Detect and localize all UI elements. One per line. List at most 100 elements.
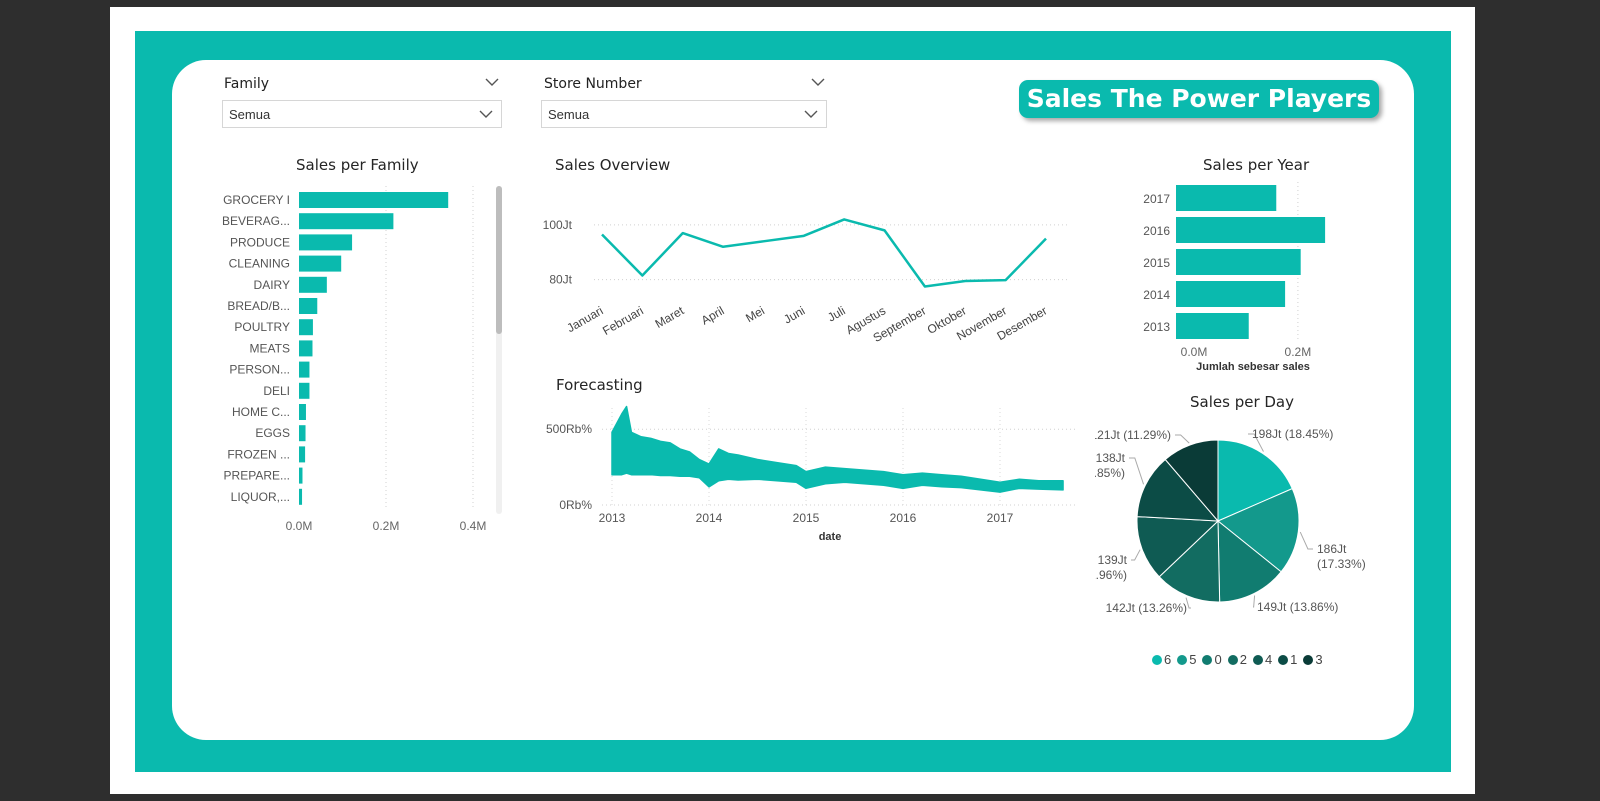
family-slicer[interactable]: Family Semua <box>222 74 502 128</box>
day-legend-item[interactable]: 6 <box>1152 652 1171 667</box>
chevron-down-icon[interactable] <box>804 104 818 122</box>
legend-swatch <box>1278 654 1289 665</box>
year-category-label: 2014 <box>1143 288 1170 302</box>
family-dropdown[interactable]: Semua <box>222 100 502 128</box>
family-dropdown-value: Semua <box>229 107 271 122</box>
family-bar <box>299 319 313 336</box>
family-category-label: DAIRY <box>254 278 290 292</box>
legend-label: 4 <box>1264 652 1273 667</box>
day-legend-item[interactable]: 5 <box>1177 652 1196 667</box>
chevron-down-icon[interactable] <box>485 74 499 90</box>
day-data-label: 121Jt (11.29%) <box>1095 428 1171 442</box>
year-bar <box>1176 217 1326 243</box>
family-bar <box>299 298 318 314</box>
family-bar-chart[interactable]: 0.0M 0.2M 0.4M GROCERY I BEVERAG... PRODUCE CL… <box>220 180 520 550</box>
legend-label: 6 <box>1164 652 1172 667</box>
year-chart-title: Sales per Year <box>1203 156 1310 174</box>
forecast-x-tick: 2013 <box>599 511 626 525</box>
overview-line-chart[interactable]: 80Jt 100Jt JanuariFebruari Maret April Mei Jun… <box>540 195 1100 365</box>
legend-swatch <box>1152 654 1162 665</box>
day-data-label: 198Jt (18.45%) <box>1252 427 1333 441</box>
store-number-dropdown[interactable]: Semua <box>541 100 827 128</box>
family-category-label: BEVERAG... <box>222 214 290 228</box>
year-category-label: 2013 <box>1143 320 1170 334</box>
family-bar <box>299 192 449 208</box>
year-bar <box>1176 313 1249 339</box>
family-category-label: POULTRY <box>234 320 290 334</box>
year-x-axis-label: Jumlah sebesar sales <box>1196 361 1310 373</box>
day-leader-line <box>1299 531 1313 550</box>
day-leader-line <box>1175 434 1190 444</box>
day-legend: 6 5 0 2 4 1 3 <box>1152 652 1323 667</box>
family-bar <box>299 446 306 463</box>
day-data-label: 186Jt (17.33%) <box>1317 542 1366 571</box>
family-bar <box>299 276 327 293</box>
family-category-label: HOME C... <box>232 405 290 419</box>
day-leader-line <box>1131 549 1141 561</box>
family-category-label: DELI <box>263 384 290 398</box>
year-category-label: 2016 <box>1143 224 1170 238</box>
legend-swatch <box>1202 654 1213 665</box>
forecast-x-tick: 2016 <box>890 511 917 525</box>
family-category-label: EGGS <box>255 426 290 440</box>
forecast-chart-title: Forecasting <box>556 376 643 394</box>
store-number-slicer[interactable]: Store Number Semua <box>541 74 828 128</box>
legend-label: 1 <box>1290 652 1298 667</box>
overview-x-tick: April <box>699 303 727 327</box>
day-leader-line <box>1253 595 1256 608</box>
day-legend-item[interactable]: 1 <box>1278 652 1297 667</box>
overview-x-tick: Januari <box>564 303 605 335</box>
forecast-area-chart[interactable]: 0Rb% 500Rb% 2013 2014 2015 2016 2017 date <box>540 400 1100 560</box>
year-bar <box>1176 249 1301 275</box>
year-category-label: 2017 <box>1143 192 1170 206</box>
family-bar <box>299 488 303 505</box>
year-bar-chart[interactable]: 0.0M 0.2M 2017 2016 2015 2014 2013 Jumlah sebes… <box>1140 180 1380 380</box>
family-bar <box>299 213 394 230</box>
family-slicer-label: Family <box>224 76 270 92</box>
family-category-label: FROZEN ... <box>227 447 290 461</box>
family-bar <box>299 361 310 378</box>
forecast-x-axis-label: date <box>819 531 842 543</box>
day-pie-chart[interactable]: 198Jt (18.45%) 186Jt (17.33%) 149Jt (13.86%… <box>1095 425 1415 635</box>
year-bar <box>1176 281 1286 307</box>
legend-swatch <box>1303 654 1314 665</box>
day-data-label: 149Jt (13.86%) <box>1257 600 1338 614</box>
day-legend-item[interactable]: 0 <box>1202 652 1222 667</box>
report-title: Sales The Power Players <box>1019 80 1379 118</box>
chevron-down-icon[interactable] <box>811 74 825 90</box>
family-category-label: MEATS <box>250 341 290 355</box>
family-x-tick: 0.4M <box>460 519 487 533</box>
overview-y-tick: 80Jt <box>549 273 572 287</box>
family-bar <box>299 382 310 399</box>
chevron-down-icon[interactable] <box>479 104 493 122</box>
day-data-label: 139Jt(12.96%) <box>1095 553 1128 582</box>
family-bar <box>299 404 306 420</box>
day-legend-item[interactable]: 2 <box>1227 652 1247 667</box>
day-leader-line <box>1129 457 1145 485</box>
legend-label: 3 <box>1315 652 1323 667</box>
family-scrollbar-thumb[interactable] <box>496 186 502 334</box>
family-category-label: PRODUCE <box>230 235 290 249</box>
day-legend-item[interactable]: 4 <box>1252 652 1273 667</box>
store-number-slicer-label: Store Number <box>544 76 642 92</box>
family-bar <box>299 255 342 272</box>
overview-x-tick: Maret <box>653 303 687 331</box>
forecast-x-tick: 2014 <box>696 511 723 525</box>
family-chart-title: Sales per Family <box>296 156 419 174</box>
family-x-tick: 0.2M <box>373 519 400 533</box>
legend-swatch <box>1227 654 1238 665</box>
family-category-label: BREAD/B... <box>227 299 290 313</box>
family-bar <box>299 467 303 484</box>
overview-x-tick: Mei <box>743 303 767 325</box>
legend-swatch <box>1252 654 1263 665</box>
day-legend-item[interactable]: 3 <box>1303 652 1323 667</box>
family-category-label: PERSON... <box>229 363 290 377</box>
overview-x-tick: Juli <box>825 303 848 324</box>
family-category-label: PREPARE... <box>224 469 290 483</box>
family-bar <box>299 234 353 251</box>
family-category-label: CLEANING <box>229 257 290 271</box>
legend-label: 2 <box>1239 652 1247 667</box>
legend-label: 0 <box>1214 652 1222 667</box>
family-x-tick: 0.0M <box>286 519 313 533</box>
forecast-x-tick: 2017 <box>987 511 1014 525</box>
